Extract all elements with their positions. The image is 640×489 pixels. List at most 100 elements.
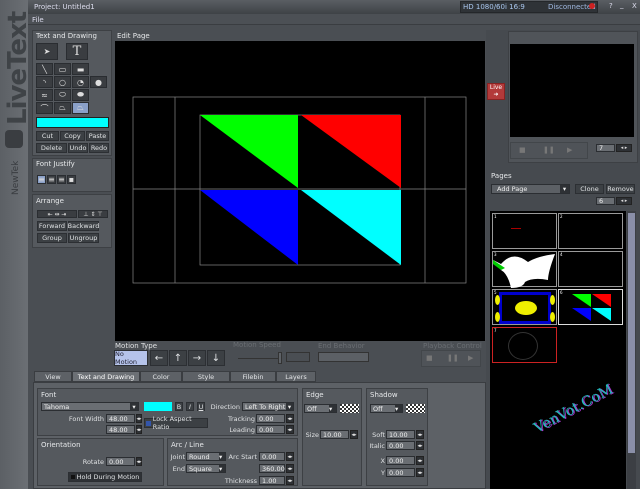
page-thumbnail-selected[interactable]: 6 <box>558 289 623 325</box>
motion-up-icon[interactable]: ↑ <box>169 350 187 366</box>
rotate-field[interactable]: 0.00 <box>106 457 135 466</box>
thumbnails-scrollbar[interactable] <box>627 211 636 489</box>
drawing-color-swatch[interactable] <box>36 117 109 128</box>
shadow-mode-dropdown[interactable]: Off ▾ <box>370 404 403 413</box>
font-color-swatch[interactable] <box>144 402 172 411</box>
copy-button[interactable]: Copy <box>60 131 85 141</box>
tab-style[interactable]: Style <box>182 371 230 382</box>
group-button[interactable]: Group <box>37 233 67 243</box>
slider-handle[interactable] <box>278 352 282 364</box>
stop-icon[interactable]: ■ <box>426 354 433 362</box>
delete-button[interactable]: Delete <box>36 143 67 153</box>
clone-button[interactable]: Clone <box>575 184 604 194</box>
end-behavior-dropdown[interactable] <box>318 352 369 362</box>
freehand-tool-icon[interactable]: ≈ <box>36 89 53 101</box>
italic-button[interactable]: I <box>186 402 194 411</box>
arc-end-field[interactable]: 360.00 <box>259 464 285 473</box>
align-horizontal-icons[interactable]: ⇤ ⇹ ⇥ <box>37 210 77 218</box>
help-button[interactable]: ? <box>609 2 613 10</box>
joint-dropdown[interactable]: Round ▾ <box>186 452 226 461</box>
lock-aspect-ratio-toggle[interactable]: Lock Aspect Ratio <box>144 415 208 431</box>
pages-spinner[interactable]: ◂ ▸ <box>616 197 632 205</box>
filled-polygon-tool-icon[interactable]: ⏢ <box>72 102 89 114</box>
justify-left-icon[interactable]: ≡ <box>37 175 46 184</box>
ungroup-button[interactable]: Ungroup <box>68 233 99 243</box>
page-thumbnail-live[interactable]: 7 <box>492 327 557 363</box>
shadow-y-spinner[interactable]: ◂▸ <box>416 468 424 477</box>
shadow-italic-spinner[interactable]: ◂▸ <box>416 441 424 450</box>
live-button[interactable]: Live ➜ <box>487 83 505 100</box>
redo-button[interactable]: Redo <box>89 143 109 153</box>
menu-file[interactable]: File <box>32 16 44 24</box>
shadow-italic-field[interactable]: 0.00 <box>386 441 415 450</box>
select-tool-icon[interactable]: ➤ <box>36 43 58 60</box>
direction-dropdown[interactable]: Left To Right ▾ <box>242 402 294 411</box>
font-width-field[interactable]: 48.00 <box>106 414 135 423</box>
tab-filebin[interactable]: Filebin <box>230 371 276 382</box>
font-height-field[interactable]: 48.00 <box>106 425 135 434</box>
tracking-field[interactable]: 0.00 <box>256 414 285 423</box>
backward-button[interactable]: Backward <box>68 221 99 231</box>
leading-spinner[interactable]: ◂▸ <box>286 425 294 434</box>
soft-field[interactable]: 10.00 <box>386 430 415 439</box>
bold-button[interactable]: B <box>175 402 183 411</box>
font-height-spinner[interactable]: ◂▸ <box>136 425 142 434</box>
filled-freehand-tool-icon[interactable]: ⬬ <box>72 89 89 101</box>
edge-mode-dropdown[interactable]: Off ▾ <box>304 404 337 413</box>
font-family-dropdown[interactable]: Tahoma ▾ <box>41 402 139 411</box>
filled-ellipse-tool-icon[interactable]: ● <box>90 76 107 88</box>
align-vertical-icons[interactable]: ⊥ ⇕ ⊤ <box>78 210 108 218</box>
shadow-y-field[interactable]: 0.00 <box>386 468 415 477</box>
stop-icon[interactable]: ■ <box>519 146 526 154</box>
play-icon[interactable]: ▶ <box>468 354 473 362</box>
motion-left-icon[interactable]: ← <box>150 350 168 366</box>
tracking-spinner[interactable]: ◂▸ <box>286 414 294 423</box>
ellipse-tool-icon[interactable]: ○ <box>54 76 71 88</box>
page-thumbnail[interactable]: 2 <box>558 213 623 249</box>
paste-button[interactable]: Paste <box>86 131 109 141</box>
close-button[interactable]: X <box>632 2 637 10</box>
page-thumbnail[interactable]: 4 <box>558 251 623 287</box>
motion-right-icon[interactable]: → <box>188 350 206 366</box>
justify-full-icon[interactable]: ▪ <box>67 175 76 184</box>
arc-start-field[interactable]: 0.00 <box>259 452 285 461</box>
filled-rectangle-tool-icon[interactable]: ▬ <box>72 63 89 75</box>
motion-speed-field[interactable] <box>286 352 310 362</box>
tab-text-and-drawing[interactable]: Text and Drawing <box>72 371 140 382</box>
hold-during-motion-checkbox[interactable]: Hold During Motion <box>68 472 142 482</box>
page-thumbnail[interactable]: 1 <box>492 213 557 249</box>
pages-spinner-field[interactable]: 6 <box>596 197 615 205</box>
cut-button[interactable]: Cut <box>36 131 59 141</box>
tab-view[interactable]: View <box>34 371 72 382</box>
remove-button[interactable]: Remove <box>606 184 635 194</box>
edge-size-field[interactable]: 10.00 <box>320 430 349 439</box>
edge-color-swatch[interactable] <box>340 404 359 413</box>
polygon-tool-icon[interactable]: ⏢ <box>54 102 71 114</box>
tab-layers[interactable]: Layers <box>276 371 316 382</box>
leading-field[interactable]: 0.00 <box>256 425 285 434</box>
shadow-x-spinner[interactable]: ◂▸ <box>416 456 424 465</box>
justify-center-icon[interactable]: ≡ <box>47 175 56 184</box>
closed-freehand-tool-icon[interactable]: ⬭ <box>54 89 71 101</box>
no-motion-button[interactable]: No Motion <box>114 350 148 366</box>
end-dropdown[interactable]: Square ▾ <box>186 464 226 473</box>
preview-spinner[interactable]: ◂ ▸ <box>616 144 632 152</box>
edit-page-canvas[interactable] <box>115 41 485 341</box>
scrollbar-thumb[interactable] <box>628 213 635 453</box>
page-thumbnail[interactable]: 3 <box>492 251 557 288</box>
pause-icon[interactable]: ❚❚ <box>447 354 459 362</box>
play-icon[interactable]: ▶ <box>567 146 572 154</box>
polyline-tool-icon[interactable]: ⌒ <box>36 102 53 114</box>
thickness-field[interactable]: 1.00 <box>259 476 285 485</box>
minimize-button[interactable]: _ <box>620 1 624 9</box>
rectangle-tool-icon[interactable]: ▭ <box>54 63 71 75</box>
arc-start-spinner[interactable]: ◂▸ <box>286 452 294 461</box>
shadow-x-field[interactable]: 0.00 <box>386 456 415 465</box>
arc-end-spinner[interactable]: ◂▸ <box>286 464 294 473</box>
undo-button[interactable]: Undo <box>68 143 88 153</box>
font-width-spinner[interactable]: ◂▸ <box>136 414 142 423</box>
thickness-spinner[interactable]: ◂▸ <box>286 476 294 485</box>
preview-spinner-field[interactable]: 7 <box>596 144 615 152</box>
rotate-spinner[interactable]: ◂▸ <box>136 457 142 466</box>
pause-icon[interactable]: ❚❚ <box>543 146 555 154</box>
